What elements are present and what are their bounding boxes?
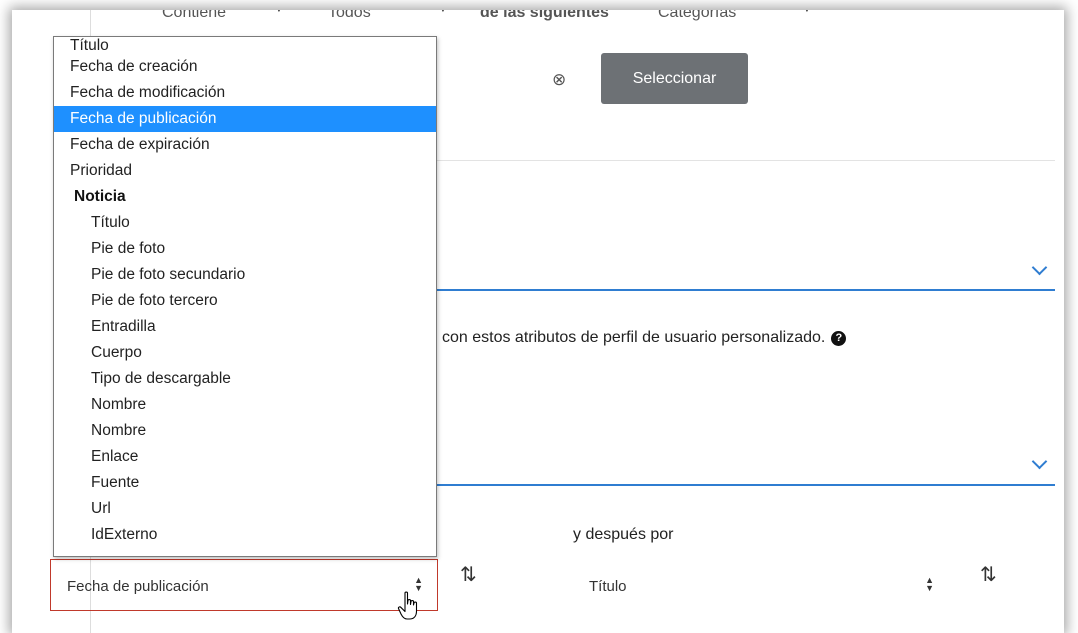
chevron-down-icon[interactable] — [1031, 259, 1048, 276]
dropdown-option[interactable]: Fecha de creación — [54, 54, 436, 80]
select-arrows-icon: ▲ ▼ — [414, 575, 423, 593]
attributes-text: con estos atributos de perfil de usuario… — [442, 329, 847, 347]
dropdown-option[interactable]: Pie de foto — [54, 236, 436, 262]
sort-field-dropdown[interactable]: Título Fecha de creación Fecha de modifi… — [53, 36, 437, 557]
categories-caret-icon: ▼ — [802, 10, 812, 15]
sort-order-icon[interactable]: ⇅ — [460, 562, 477, 587]
dropdown-option[interactable]: Cuerpo — [54, 340, 436, 366]
dropdown-option[interactable]: Pie de foto secundario — [54, 262, 436, 288]
dropdown-option[interactable]: Fuente — [54, 470, 436, 496]
dropdown-option[interactable]: Nombre — [54, 392, 436, 418]
dropdown-option-selected[interactable]: Fecha de publicación — [54, 106, 436, 132]
dropdown-option[interactable]: Título — [54, 210, 436, 236]
all-caret-icon: ▼ — [438, 10, 448, 15]
sort-secondary-select[interactable]: Título ▲ ▼ — [572, 559, 949, 611]
hand-pointer-icon — [397, 591, 418, 620]
sort-order-icon[interactable]: ⇅ — [980, 562, 997, 587]
dropdown-group-label: Noticia — [74, 188, 126, 205]
of-following-label: de las siguientes — [480, 10, 609, 21]
window: Contiene ▼ Todos ▼ de las siguientes Cat… — [12, 10, 1064, 633]
sort-secondary-value: Título — [589, 578, 627, 595]
categories-select[interactable]: Categorías — [658, 10, 736, 22]
dropdown-option[interactable]: IdExterno — [54, 522, 436, 548]
sort-primary-select[interactable]: Fecha de publicación ▲ ▼ — [50, 559, 438, 611]
select-button[interactable]: Seleccionar — [601, 53, 748, 104]
dropdown-option[interactable]: Pie de foto tercero — [54, 288, 436, 314]
dropdown-option[interactable]: Enlace — [54, 444, 436, 470]
dropdown-option[interactable]: Url — [54, 496, 436, 522]
dropdown-option[interactable]: Prioridad — [54, 158, 436, 184]
dropdown-option[interactable]: Entradilla — [54, 314, 436, 340]
sort-primary-value: Fecha de publicación — [67, 578, 209, 595]
contains-select[interactable]: Contiene — [162, 10, 226, 22]
help-circle-icon[interactable]: ? — [831, 331, 847, 346]
all-select[interactable]: Todos — [328, 10, 371, 22]
dropdown-option[interactable]: Nombre — [54, 418, 436, 444]
close-circle-icon[interactable]: ⊗ — [552, 70, 566, 90]
then-by-label: y después por — [573, 526, 674, 543]
select-arrows-icon: ▲ ▼ — [925, 575, 934, 593]
contains-caret-icon: ▼ — [274, 10, 284, 15]
dropdown-option[interactable]: Título — [54, 37, 436, 54]
dropdown-option[interactable]: Fecha de expiración — [54, 132, 436, 158]
dropdown-option[interactable]: Fecha de modificación — [54, 80, 436, 106]
dropdown-option[interactable]: Tipo de descargable — [54, 366, 436, 392]
chevron-down-icon[interactable] — [1031, 453, 1048, 470]
